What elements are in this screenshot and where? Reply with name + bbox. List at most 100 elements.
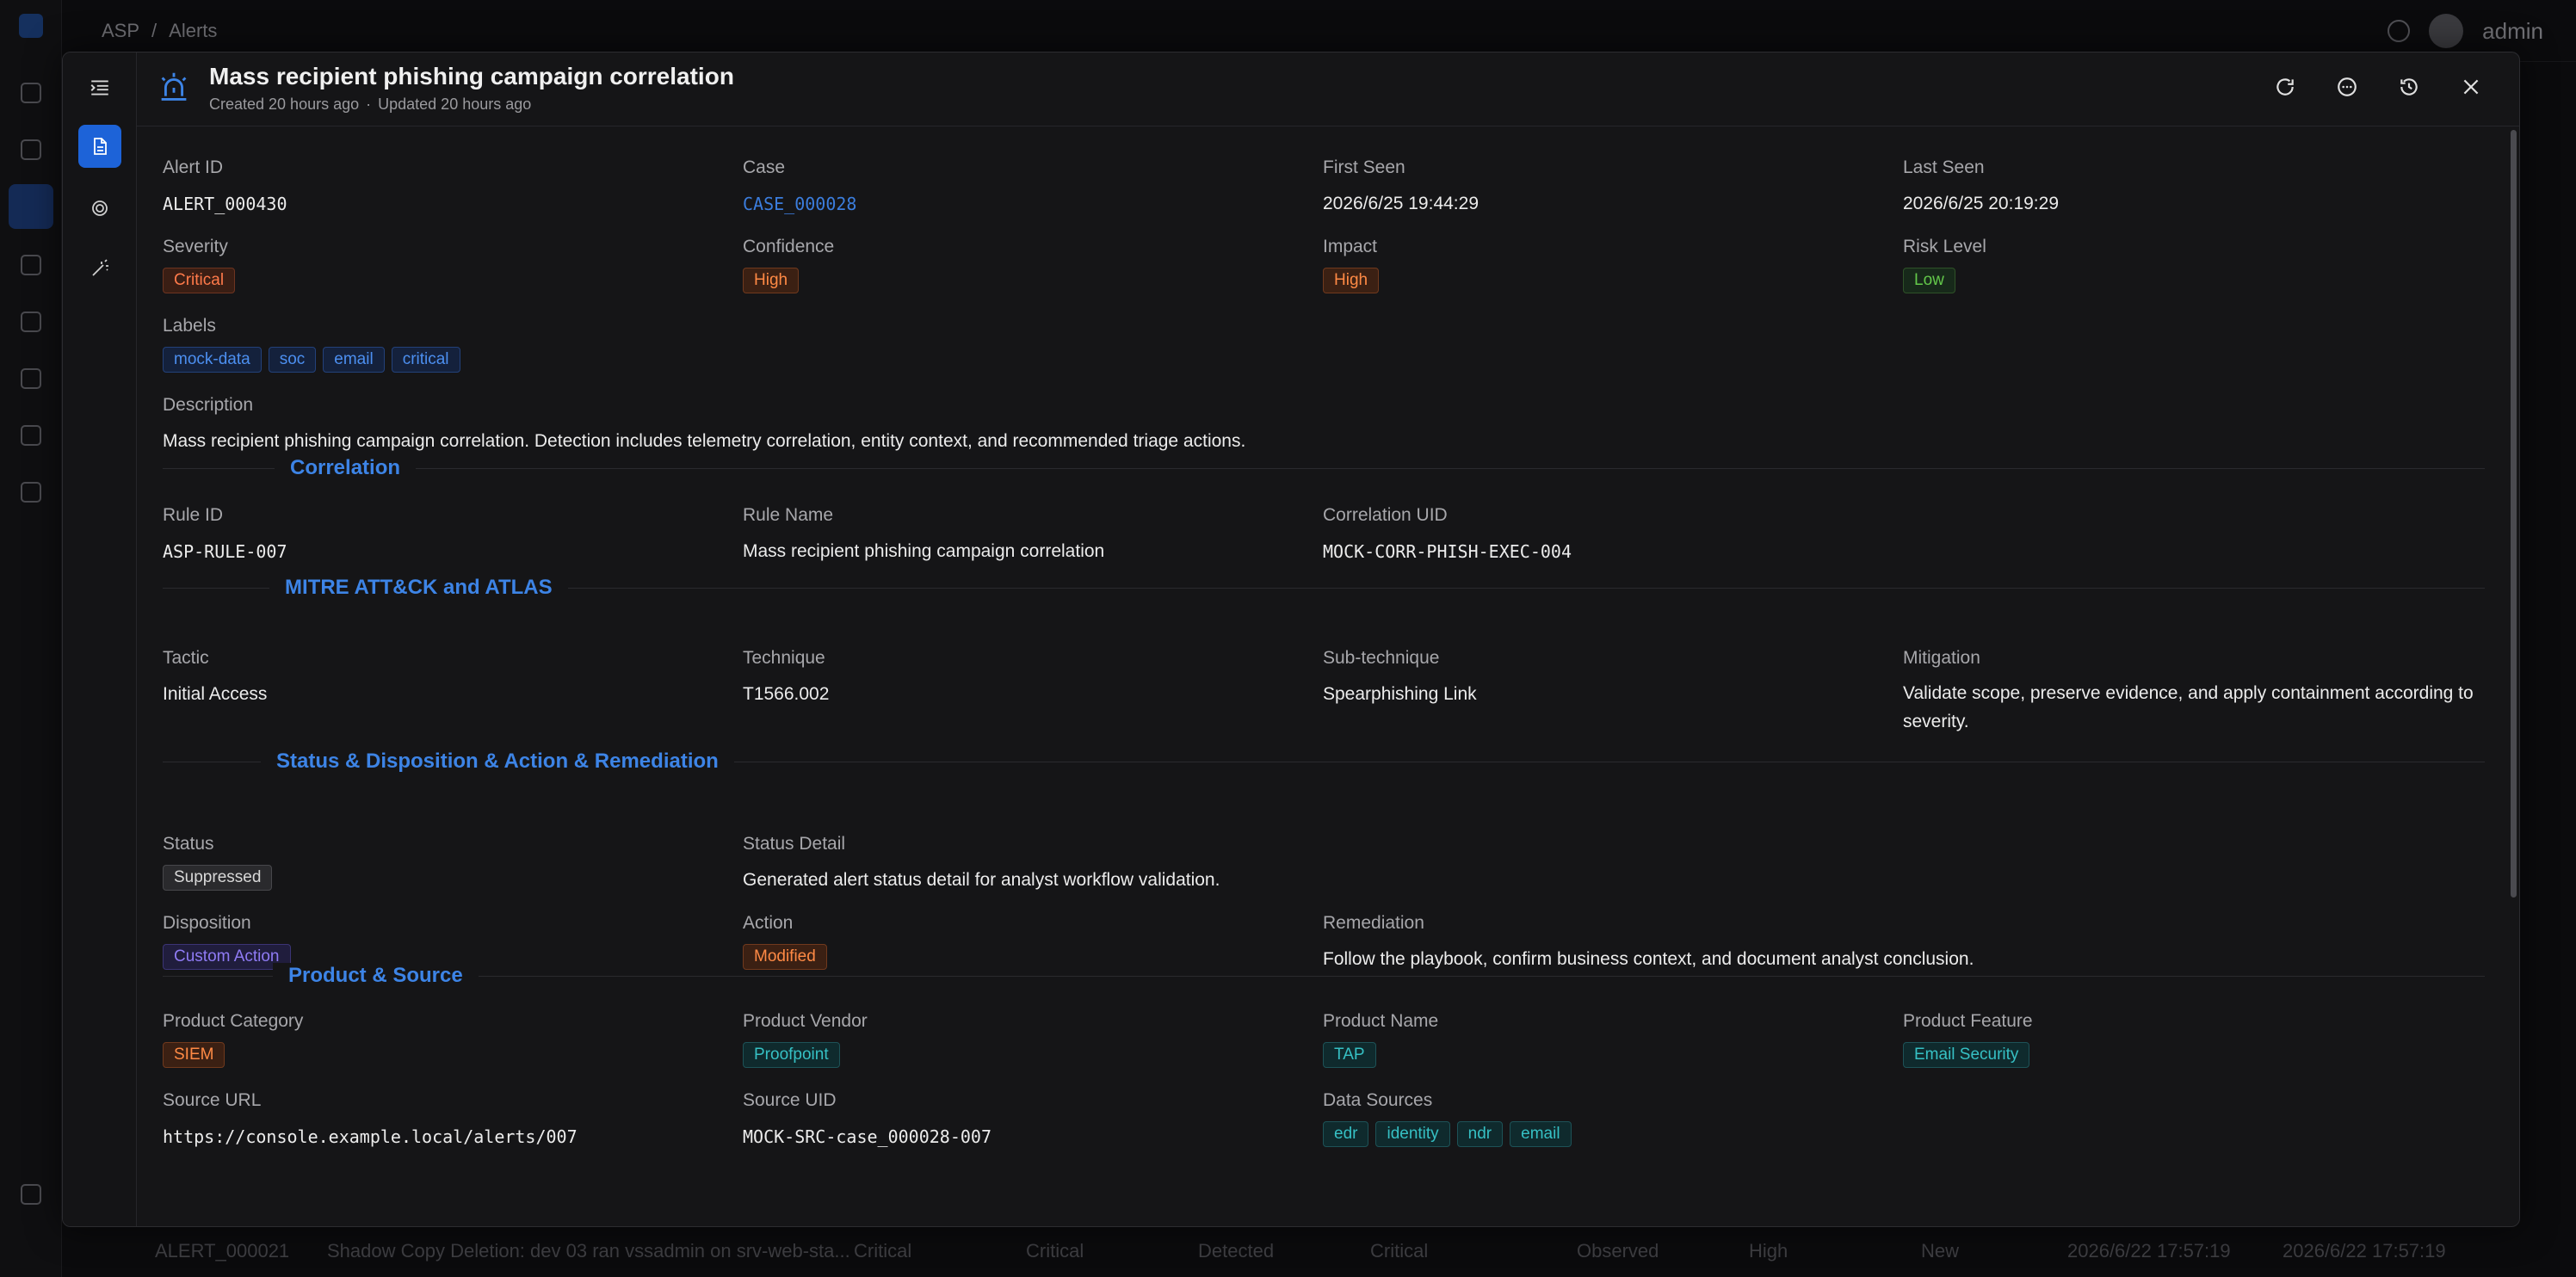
search-nav-icon[interactable] [21,368,41,389]
risk-level-field: Risk Level Low [1903,206,2483,293]
remediation-field: Remediation Follow the playbook, confirm… [1323,882,2483,969]
scrollbar[interactable] [2507,126,2519,1226]
knowledge-nav-icon[interactable] [21,425,41,446]
field-label: Sub-technique [1323,648,1440,668]
alert-id-field: Alert ID ALERT_000430 [163,126,743,214]
rule-name-value: Mass recipient phishing campaign correla… [743,541,1105,561]
source-url-field: Source URL https://console.example.local… [163,1090,743,1169]
history-button[interactable] [2394,71,2425,102]
divider [163,468,2485,469]
alarm-icon [161,72,187,101]
comment-button[interactable] [2332,71,2363,102]
field-label: Rule Name [743,505,834,525]
modal-header: Mass recipient phishing campaign correla… [137,52,2519,126]
field-label: Source UID [743,1090,837,1110]
cases-nav-icon[interactable] [21,139,41,160]
source-url-value: https://console.example.local/alerts/007 [163,1126,578,1147]
alerts-nav-icon[interactable] [9,184,53,229]
field-label: Product Category [163,1011,304,1031]
description-field: Description Mass recipient phishing camp… [163,364,2485,451]
field-label: Product Name [1323,1011,1439,1031]
bg-cell: 2026/6/22 17:57:19 [2067,1240,2231,1262]
field-label: Severity [163,237,228,256]
notification-icon[interactable] [2388,20,2411,42]
fingerprint-icon [92,200,108,216]
modal-title: Mass recipient phishing campaign correla… [209,63,734,89]
status-field: Status Suppressed [163,803,743,891]
product-category-badge: SIEM [163,1042,225,1068]
product-section-header: Product & Source [163,961,2485,1011]
field-label: First Seen [1323,157,1405,177]
data-source-tag: ndr [1456,1121,1504,1147]
data-source-tag: identity [1375,1121,1450,1147]
sub-technique-field: Sub-technique Spearphishing Link [1323,648,1903,762]
bg-cell: Observed [1577,1240,1659,1262]
correlation-uid-field: Correlation UID MOCK-CORR-PHISH-EXEC-004 [1323,505,1903,588]
refresh-icon [2276,78,2294,96]
correlation-section-header: Correlation [163,443,2485,505]
field-label: Source URL [163,1090,262,1110]
automation-nav-icon[interactable] [21,312,41,332]
field-label: Case [743,157,786,177]
status-section-header: Status & Disposition & Action & Remediat… [163,749,2485,803]
toggle-menu-button[interactable] [78,66,121,109]
mitre-grid: Tactic Initial Access Technique T1566.00… [163,648,2485,762]
source-uid-value: MOCK-SRC-case_000028-007 [743,1126,991,1147]
scrollbar-thumb[interactable] [2511,130,2517,898]
status-detail-field: Status Detail Generated alert status det… [743,803,2483,890]
bg-cell: New [1921,1240,1960,1262]
labels-field: Labels mock-data soc email critical [163,285,2485,373]
data-sources-list: edr identity ndr email [1323,1111,2483,1147]
close-button[interactable] [2456,71,2486,102]
collapse-nav-icon[interactable] [21,1184,41,1205]
bg-cell: Shadow Copy Deletion: dev 03 ran vssadmi… [327,1240,850,1262]
bg-cell: ALERT_000021 [155,1240,290,1262]
technique-value: T1566.002 [743,684,830,704]
correlation-uid-value: MOCK-CORR-PHISH-EXEC-004 [1323,541,1572,562]
field-label: Product Vendor [743,1011,868,1031]
data-source-tag: email [1510,1121,1572,1147]
history-icon [2400,78,2418,96]
product-grid: Product Category SIEM Product Vendor Pro… [163,1011,2485,1169]
intel-nav-icon[interactable] [21,255,41,275]
modal-body[interactable]: Alert ID ALERT_000430 Case CASE_000028 F… [137,126,2519,1226]
close-icon [2463,79,2479,95]
divider [163,976,2485,977]
field-label: Data Sources [1323,1090,1433,1110]
field-label: Mitigation [1903,648,1980,668]
mitre-section-header: MITRE ATT&CK and ATLAS [163,575,2485,648]
action-field: Action Modified [743,882,1323,970]
breadcrumb-current: Alerts [169,19,218,41]
section-title: Product & Source [273,963,479,989]
dashboard-nav-icon[interactable] [21,83,41,103]
product-category-field: Product Category SIEM [163,1011,743,1090]
refresh-button[interactable] [2270,71,2301,102]
case-field: Case CASE_000028 [743,126,1323,214]
comment-icon [2338,77,2357,96]
app-logo [19,14,43,38]
alert-details: Alert ID ALERT_000430 Case CASE_000028 F… [163,126,2485,1169]
topbar-right: admin [2388,14,2543,48]
settings-nav-icon[interactable] [21,482,41,503]
bg-cell: Critical [1026,1240,1084,1262]
disposition-field: Disposition Custom Action [163,882,743,970]
first-seen-field: First Seen 2026/6/25 19:44:29 [1323,126,1903,213]
bg-cell: Critical [854,1240,912,1262]
bg-cell: Critical [1370,1240,1429,1262]
intel-tab-button[interactable] [78,187,121,230]
sub-technique-value: Spearphishing Link [1323,684,1477,704]
field-label: Status [163,834,214,854]
section-title: MITRE ATT&CK and ATLAS [269,575,568,601]
document-icon [94,138,107,155]
updated-time: Updated 20 hours ago [378,96,532,113]
user-name[interactable]: admin [2482,18,2543,45]
avatar[interactable] [2429,14,2464,48]
details-tab-button[interactable] [78,125,121,168]
field-label: Risk Level [1903,237,1986,256]
background-table-row: ALERT_000021 Shadow Copy Deletion: dev 0… [62,1225,2576,1277]
magic-wand-icon [92,259,108,276]
field-label: Product Feature [1903,1011,2033,1031]
breadcrumb-root[interactable]: ASP [102,20,139,42]
analysis-tab-button[interactable] [78,247,121,290]
alert-detail-modal: Mass recipient phishing campaign correla… [62,52,2520,1227]
